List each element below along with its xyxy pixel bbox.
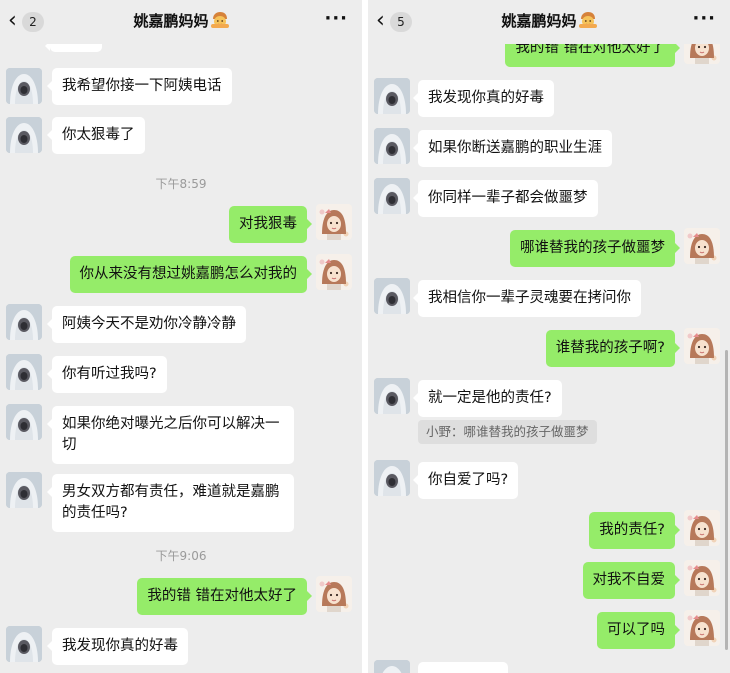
message-bubble-cut[interactable]	[418, 662, 508, 673]
anime-girl-avatar[interactable]	[684, 560, 720, 596]
message-incoming[interactable]: 你有听过我吗?	[47, 356, 167, 393]
message-outgoing[interactable]: 对我狠毒	[229, 206, 312, 243]
chat-panel-right: ‹ 5 姚嘉鹏妈妈 ··· 我的错 错在对他太好了 我发现你真的好毒 如果你断送…	[368, 0, 730, 673]
message-outgoing[interactable]: 可以了吗	[597, 612, 680, 649]
anime-girl-avatar[interactable]	[684, 610, 720, 646]
chat-header: ‹ 5 姚嘉鹏妈妈 ···	[368, 0, 730, 44]
scrollbar[interactable]	[725, 350, 728, 650]
message-outgoing[interactable]: 哪谁替我的孩子做噩梦	[510, 230, 680, 267]
contact-name: 姚嘉鹏妈妈	[133, 12, 209, 30]
more-dots-icon[interactable]: ···	[324, 8, 348, 29]
anime-girl-avatar[interactable]	[684, 328, 720, 364]
hooded-figure-avatar[interactable]	[6, 68, 42, 104]
hooded-figure-avatar[interactable]	[6, 404, 42, 440]
chat-title: 姚嘉鹏妈妈	[368, 10, 730, 32]
anime-girl-avatar[interactable]	[316, 576, 352, 612]
face-emoji-icon	[579, 12, 597, 28]
hooded-figure-avatar[interactable]	[6, 304, 42, 340]
message-outgoing[interactable]: 你从来没有想过姚嘉鹏怎么对我的	[69, 256, 312, 293]
anime-girl-avatar[interactable]	[316, 204, 352, 240]
message-incoming[interactable]: 我相信你一辈子灵魂要在拷问你	[413, 280, 641, 317]
message-outgoing[interactable]: 谁替我的孩子啊?	[545, 330, 681, 367]
message-incoming[interactable]: 我发现你真的好毒	[47, 628, 188, 665]
hooded-figure-avatar[interactable]	[6, 117, 42, 153]
more-dots-icon[interactable]: ···	[692, 8, 716, 29]
chat-panel-left: ‹ 2 姚嘉鹏妈妈 ··· 我希望你接一下阿姨电话 你太狠毒了 下午8:59 对…	[0, 0, 362, 673]
message-incoming[interactable]: 我发现你真的好毒	[413, 80, 554, 117]
message-outgoing[interactable]: 我的责任?	[589, 512, 680, 549]
hooded-figure-avatar[interactable]	[6, 472, 42, 508]
message-incoming[interactable]: 我希望你接一下阿姨电话	[47, 68, 232, 105]
contact-name: 姚嘉鹏妈妈	[501, 12, 577, 30]
message-outgoing[interactable]: 我的错 错在对他太好了	[137, 578, 312, 615]
message-incoming[interactable]: 你太狠毒了	[47, 117, 145, 154]
anime-girl-avatar[interactable]	[684, 510, 720, 546]
message-incoming[interactable]: 你同样一辈子都会做噩梦	[413, 180, 598, 217]
quoted-reply[interactable]: 小野：哪谁替我的孩子做噩梦	[418, 420, 597, 444]
message-incoming[interactable]: 阿姨今天不是劝你冷静冷静	[47, 306, 246, 343]
hooded-figure-avatar[interactable]	[374, 660, 410, 673]
hooded-figure-avatar[interactable]	[374, 78, 410, 114]
anime-girl-avatar[interactable]	[684, 228, 720, 264]
hooded-figure-avatar[interactable]	[6, 626, 42, 662]
hooded-figure-avatar[interactable]	[6, 354, 42, 390]
hooded-figure-avatar[interactable]	[374, 178, 410, 214]
message-outgoing[interactable]: 对我不自爱	[582, 562, 680, 599]
hooded-figure-avatar[interactable]	[374, 460, 410, 496]
hooded-figure-avatar[interactable]	[374, 378, 410, 414]
hooded-figure-avatar[interactable]	[374, 128, 410, 164]
message-incoming[interactable]: 如果你绝对曝光之后你可以解决一切	[47, 406, 294, 464]
message-incoming[interactable]: 你自爱了吗?	[412, 462, 519, 499]
message-incoming[interactable]: 就一定是他的责任?	[413, 380, 562, 417]
face-emoji-icon	[211, 12, 229, 28]
chat-header: ‹ 2 姚嘉鹏妈妈 ···	[0, 0, 362, 44]
message-incoming[interactable]: 如果你断送嘉鹏的职业生涯	[413, 130, 612, 167]
anime-girl-avatar[interactable]	[316, 254, 352, 290]
timestamp: 下午8:59	[155, 177, 207, 191]
timestamp: 下午9:06	[155, 549, 207, 563]
chat-title: 姚嘉鹏妈妈	[0, 10, 362, 32]
hooded-figure-avatar[interactable]	[374, 278, 410, 314]
message-incoming[interactable]: 男女双方都有责任，难道就是嘉鹏的责任吗?	[47, 474, 294, 532]
